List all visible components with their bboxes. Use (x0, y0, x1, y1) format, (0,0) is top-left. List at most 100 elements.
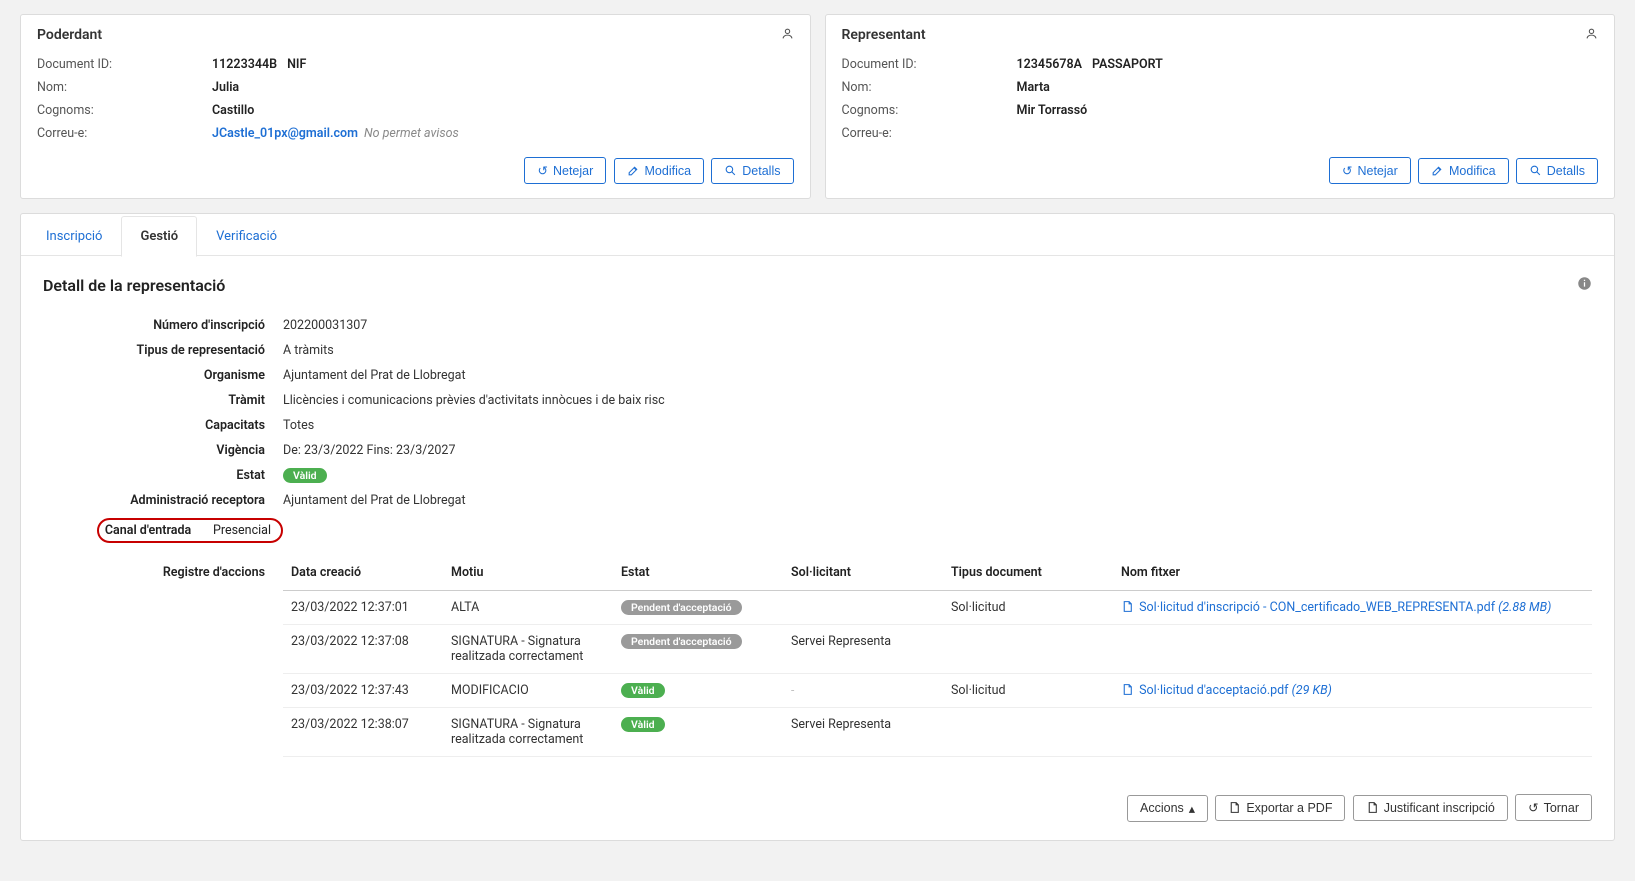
cognoms-label: Cognoms: (37, 103, 212, 118)
cell-data: 23/03/2022 12:37:08 (283, 625, 443, 674)
cell-motiu: SIGNATURA - Signatura realitzada correct… (443, 708, 613, 757)
capacitats-value: Totes (283, 418, 1592, 433)
representant-card: Representant Document ID: 12345678APASSA… (825, 14, 1616, 199)
actions-table: Data creació Motiu Estat Sol·licitant Ti… (283, 557, 1592, 757)
file-icon (1228, 801, 1241, 815)
cell-sol (783, 591, 943, 625)
status-badge: Vàlid (283, 468, 327, 483)
edit-icon (627, 164, 640, 178)
file-icon (1366, 801, 1379, 815)
doc-id-label: Document ID: (842, 57, 1017, 72)
cell-sol: Servei Representa (783, 625, 943, 674)
table-row: 23/03/2022 12:37:01ALTA Pendent d'accepta… (283, 591, 1592, 625)
correu-label: Correu-e: (37, 126, 212, 141)
caret-up-icon: ▴ (1189, 801, 1195, 816)
tramit-label: Tràmit (43, 393, 283, 408)
cell-tipus: Sol·licitud (943, 674, 1113, 708)
num-insc-value: 202200031307 (283, 318, 1592, 333)
cell-file: Sol·licitud d'inscripció - CON_certifica… (1113, 591, 1592, 625)
undo-icon: ↺ (1342, 163, 1352, 178)
tipus-value: A tràmits (283, 343, 1592, 358)
representant-title: Representant (842, 27, 1599, 43)
correu-value: JCastle_01px@gmail.com No permet avisos (212, 126, 459, 141)
status-badge: Vàlid (621, 717, 665, 732)
adm-label: Administració receptora (43, 493, 283, 508)
file-icon (1121, 683, 1134, 697)
cell-tipus: Sol·licitud (943, 591, 1113, 625)
vigencia-value: De: 23/3/2022 Fins: 23/3/2027 (283, 443, 1592, 458)
modifica-button[interactable]: Modifica (614, 158, 705, 184)
registre-label: Registre d'accions (43, 557, 283, 580)
adm-value: Ajuntament del Prat de Llobregat (283, 493, 1592, 508)
accions-button[interactable]: Accions ▴ (1127, 795, 1208, 822)
col-data: Data creació (283, 557, 443, 591)
info-icon[interactable] (1577, 276, 1592, 295)
poderdant-card: Poderdant Document ID: 11223344BNIF Nom:… (20, 14, 811, 199)
cell-motiu: MODIFICACIO (443, 674, 613, 708)
modifica-button[interactable]: Modifica (1418, 158, 1509, 184)
organisme-label: Organisme (43, 368, 283, 383)
tab-gestio[interactable]: Gestió (121, 216, 197, 257)
cell-estat: Pendent d'acceptació (613, 591, 783, 625)
status-badge: Vàlid (621, 683, 665, 698)
exportar-pdf-button[interactable]: Exportar a PDF (1215, 795, 1345, 821)
detalls-button[interactable]: Detalls (1516, 158, 1598, 184)
search-icon (724, 164, 737, 178)
netejar-button[interactable]: ↺Netejar (524, 157, 606, 184)
status-badge: Pendent d'acceptació (621, 600, 742, 615)
file-size: (29 KB) (1292, 683, 1332, 698)
canal-label: Canal d'entrada (105, 523, 191, 538)
file-size: (2.88 MB) (1498, 600, 1551, 615)
cell-file: Sol·licitud d'acceptació.pdf (29 KB) (1113, 674, 1592, 708)
doc-id-label: Document ID: (37, 57, 212, 72)
undo-icon: ↺ (537, 163, 547, 178)
nom-label: Nom: (842, 80, 1017, 95)
file-link[interactable]: Sol·licitud d'acceptació.pdf (1139, 683, 1288, 698)
organisme-value: Ajuntament del Prat de Llobregat (283, 368, 1592, 383)
cell-estat: Pendent d'acceptació (613, 625, 783, 674)
cognoms-label: Cognoms: (842, 103, 1017, 118)
cell-motiu: ALTA (443, 591, 613, 625)
doc-id-value: 11223344BNIF (212, 57, 306, 72)
file-link[interactable]: Sol·licitud d'inscripció - CON_certifica… (1139, 600, 1495, 615)
justificant-button[interactable]: Justificant inscripció (1353, 795, 1508, 821)
col-sol: Sol·licitant (783, 557, 943, 591)
col-estat: Estat (613, 557, 783, 591)
detail-section: Detall de la representació Número d'insc… (21, 256, 1614, 780)
col-fitxer: Nom fitxer (1113, 557, 1592, 591)
canal-value: Presencial (213, 523, 271, 538)
correu-label: Correu-e: (842, 126, 1017, 141)
cell-estat: Vàlid (613, 674, 783, 708)
email-link[interactable]: JCastle_01px@gmail.com (212, 126, 358, 141)
poderdant-title: Poderdant (37, 27, 794, 43)
email-note: No permet avisos (364, 126, 459, 141)
capacitats-label: Capacitats (43, 418, 283, 433)
cell-data: 23/03/2022 12:37:43 (283, 674, 443, 708)
estat-value: Vàlid (283, 468, 1592, 483)
cell-data: 23/03/2022 12:37:01 (283, 591, 443, 625)
tornar-button[interactable]: ↺Tornar (1515, 794, 1592, 821)
col-tipus: Tipus document (943, 557, 1113, 591)
nom-value: Julia (212, 80, 239, 95)
cell-motiu: SIGNATURA - Signatura realitzada correct… (443, 625, 613, 674)
num-insc-label: Número d'inscripció (43, 318, 283, 333)
doc-id-value: 12345678APASSAPORT (1017, 57, 1163, 72)
cognoms-value: Mir Torrassó (1017, 103, 1088, 118)
table-row: 23/03/2022 12:37:43MODIFICACIOVàlid-Sol·… (283, 674, 1592, 708)
person-icon (1585, 27, 1598, 42)
cell-tipus (943, 708, 1113, 757)
nom-label: Nom: (37, 80, 212, 95)
vigencia-label: Vigència (43, 443, 283, 458)
tab-inscripcio[interactable]: Inscripció (27, 216, 121, 257)
cell-sol: - (783, 674, 943, 708)
detalls-button[interactable]: Detalls (711, 158, 793, 184)
canal-entrada-highlight: Canal d'entrada Presencial (97, 518, 283, 543)
cell-data: 23/03/2022 12:38:07 (283, 708, 443, 757)
cell-file (1113, 708, 1592, 757)
nom-value: Marta (1017, 80, 1050, 95)
netejar-button[interactable]: ↺Netejar (1329, 157, 1411, 184)
tab-verificacio[interactable]: Verificació (197, 216, 296, 257)
tabs: Inscripció Gestió Verificació (21, 214, 1614, 256)
table-row: 23/03/2022 12:38:07SIGNATURA - Signatura… (283, 708, 1592, 757)
undo-icon: ↺ (1528, 800, 1538, 815)
